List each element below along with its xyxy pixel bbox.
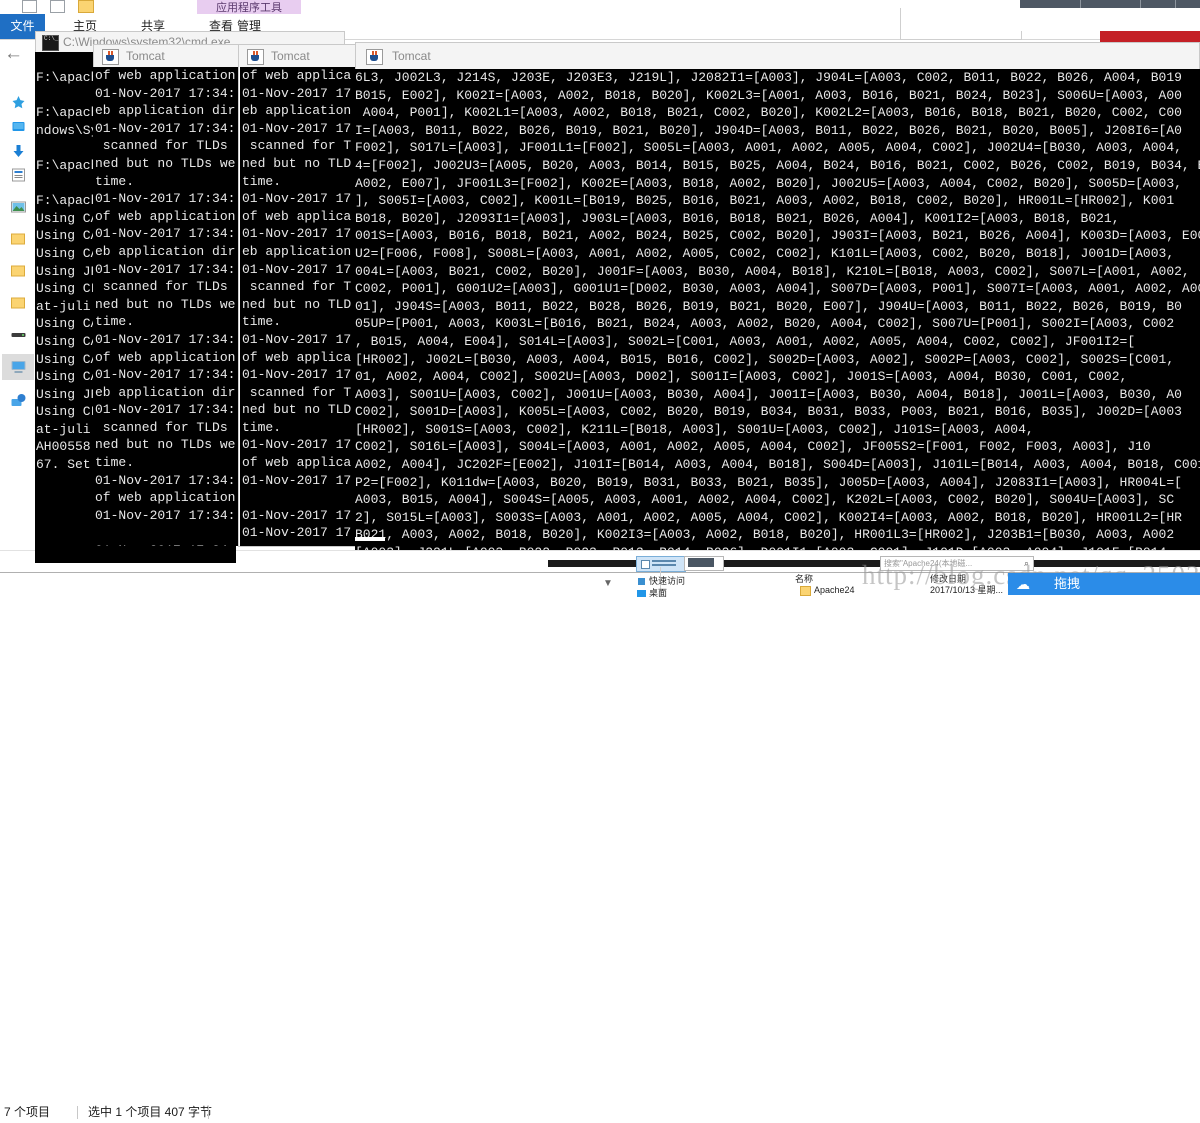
window2-row-name[interactable]: Apache24: [814, 585, 855, 596]
baidu-drag-widget[interactable]: ☁ 拖拽: [1008, 573, 1200, 595]
quick-access-icon-2[interactable]: [50, 0, 65, 13]
folder-icon: [11, 297, 25, 309]
this-pc-icon: [11, 361, 26, 373]
background-app-titlebar: [1020, 0, 1200, 8]
tomcat1-title-text: Tomcat: [126, 49, 165, 63]
cmd-icon: C:\_: [42, 35, 59, 51]
status-selection: 选中 1 个项目 407 字节: [88, 1105, 213, 1119]
tomcat3-title-text: Tomcat: [392, 49, 431, 63]
sidebar-item-quick-access[interactable]: [4, 92, 34, 114]
downloads-icon: [13, 145, 24, 157]
sidebar-item-desktop[interactable]: [4, 116, 34, 138]
sidebar-item-folder-2[interactable]: [4, 260, 34, 282]
titlebar-divider-3: [1175, 0, 1176, 8]
titlebar-divider-2: [1140, 0, 1141, 8]
documents-icon: [12, 168, 25, 182]
java-icon: [102, 49, 119, 65]
sidebar-item-pictures[interactable]: [4, 196, 34, 218]
drive-icon: [11, 333, 26, 337]
tomcat3-cursor: [355, 537, 385, 541]
window2-column-name[interactable]: 名称: [795, 574, 813, 585]
window2-desktop-label[interactable]: 桌面: [649, 588, 667, 599]
pictures-icon: [11, 201, 26, 213]
folder-icon: [11, 233, 25, 245]
sidebar-item-downloads[interactable]: [4, 140, 34, 162]
window2-thumbnail: [688, 558, 714, 567]
status-item-count: 7 个项目: [4, 1105, 51, 1119]
quick-access-star-icon: [12, 96, 25, 109]
navigation-pane: [0, 68, 36, 550]
sidebar-item-folder-1[interactable]: [4, 228, 34, 250]
status-divider-1: [77, 1106, 78, 1119]
sidebar-item-folder-3[interactable]: [4, 292, 34, 314]
tomcat3-console-output[interactable]: 6L3, J002L3, J214S, J203E, J203E3, J219L…: [355, 69, 1200, 550]
baidu-drag-label: 拖拽: [1054, 576, 1081, 591]
status-divider-2: [208, 1106, 209, 1119]
quick-access-icon-1[interactable]: [22, 0, 37, 13]
folder-icon: [11, 265, 25, 277]
tomcat3-titlebar[interactable]: Tomcat: [355, 42, 1200, 70]
java-icon: [366, 49, 383, 65]
sidebar-item-network[interactable]: [4, 390, 34, 412]
pin-icon: [638, 578, 645, 585]
sidebar-item-documents[interactable]: [4, 164, 34, 186]
desktop-icon: [12, 122, 25, 131]
desktop-icon: [637, 590, 646, 597]
java-icon: [247, 49, 264, 65]
tomcat2-console-output[interactable]: of web applica 01-Nov-2017 17 eb applica…: [240, 67, 367, 546]
window2-nav-caret-icon[interactable]: ▼: [603, 578, 613, 589]
network-icon: [11, 394, 26, 406]
window2-quick-access-label[interactable]: 快速访问: [649, 576, 685, 587]
tomcat2-title-text: Tomcat: [271, 49, 310, 63]
baidu-cloud-icon: ☁: [1016, 576, 1030, 592]
tomcat-window-3[interactable]: Tomcat 6L3, J002L3, J214S, J203E, J203E3…: [355, 42, 1200, 550]
ribbon-group-box: [900, 8, 1022, 40]
back-arrow-icon[interactable]: ←: [4, 44, 23, 64]
background-app-body: [1020, 8, 1200, 31]
sidebar-item-this-pc[interactable]: [2, 354, 34, 380]
titlebar-divider-1: [1080, 0, 1081, 8]
quick-access-folder-icon[interactable]: [78, 0, 94, 13]
sidebar-item-drive[interactable]: [4, 324, 34, 346]
window2-view-button-tiles[interactable]: [636, 556, 686, 572]
